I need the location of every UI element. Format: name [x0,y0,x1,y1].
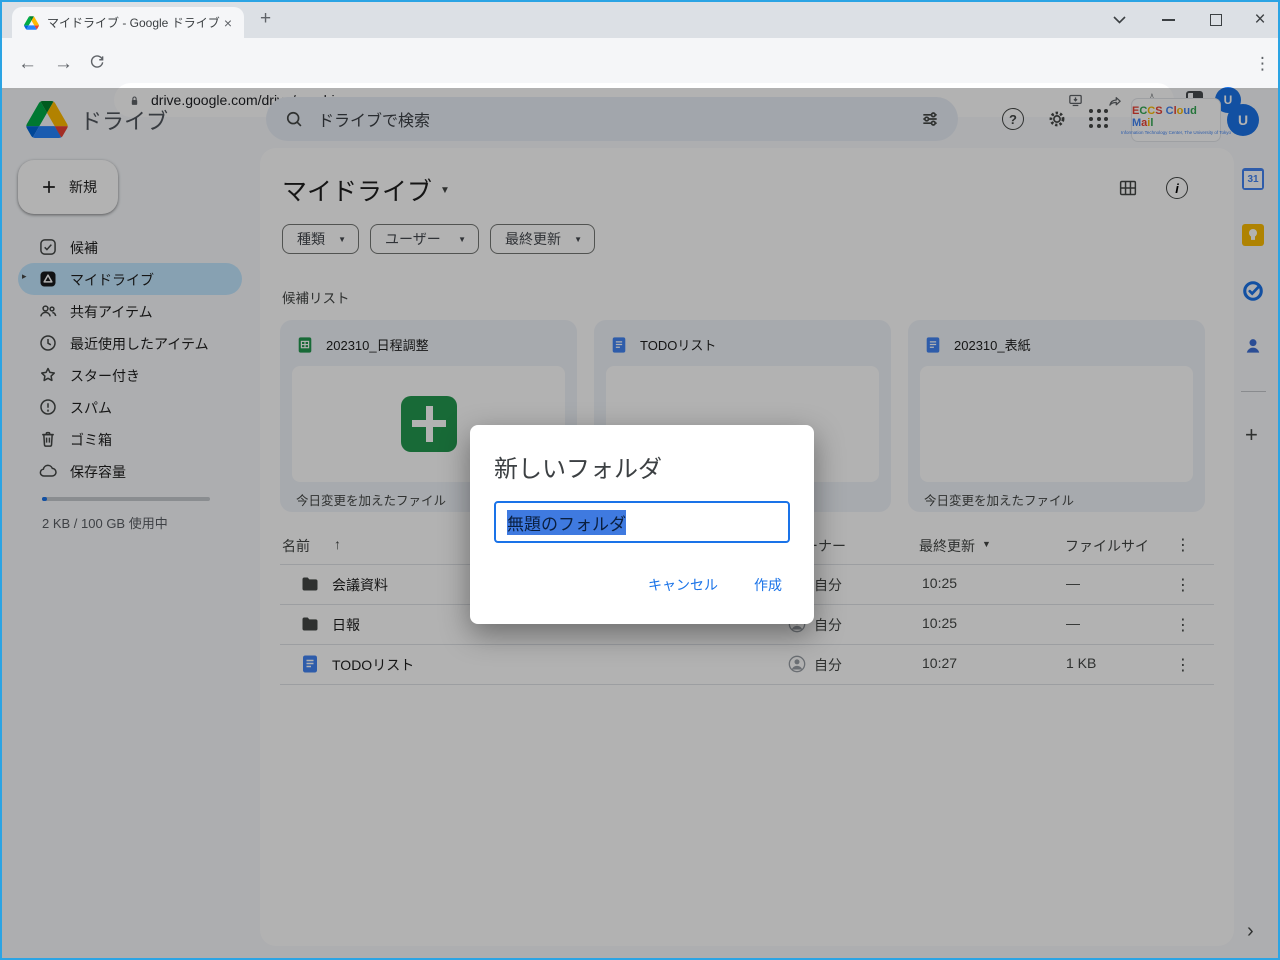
window-minimize-button[interactable] [1148,2,1188,38]
browser-tab[interactable]: マイドライブ - Google ドライブ × [12,7,244,38]
window-maximize-button[interactable] [1196,2,1236,38]
drive-favicon-icon [24,16,39,30]
cancel-button[interactable]: キャンセル [648,575,718,595]
browser-toolbar: ← → drive.google.com/drive/my-drive ☆ U … [2,38,1278,90]
browser-titlebar: マイドライブ - Google ドライブ × + × [2,2,1278,38]
back-icon[interactable]: ← [18,54,37,74]
tab-close-icon[interactable]: × [220,15,236,31]
new-tab-button[interactable]: + [260,8,271,30]
tab-search-chevron-icon[interactable] [1099,2,1139,38]
dialog-title: 新しいフォルダ [494,449,662,484]
forward-icon[interactable]: → [54,54,73,74]
create-button[interactable]: 作成 [754,575,782,595]
browser-window: マイドライブ - Google ドライブ × + × ← → drive.goo… [0,0,1280,960]
tab-title: マイドライブ - Google ドライブ [47,14,220,31]
folder-name-input[interactable]: 無題のフォルダ [494,501,790,543]
new-folder-dialog: 新しいフォルダ 無題のフォルダ キャンセル 作成 [470,425,814,624]
window-close-button[interactable]: × [1240,2,1280,38]
folder-name-selected-text: 無題のフォルダ [507,510,626,535]
reload-icon[interactable] [88,53,106,71]
browser-menu-kebab-icon[interactable]: ⋮ [1254,54,1271,74]
